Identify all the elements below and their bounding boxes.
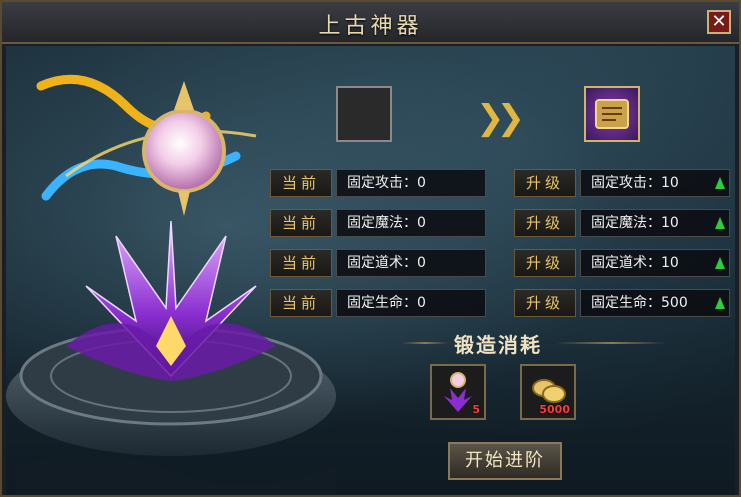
start-advance-button[interactable]: 开始进阶 (448, 442, 562, 480)
upgrade-tag: 升级 (514, 289, 576, 317)
stat-name: 固定魔法 (591, 215, 647, 231)
cost-divider-right (556, 342, 666, 344)
stat-value: 10 (661, 255, 679, 271)
stat-value: 0 (417, 175, 426, 191)
current-tag: 当前 (270, 169, 332, 197)
stat-name: 固定攻击 (347, 175, 403, 191)
upgraded-artifact-slot[interactable] (584, 86, 640, 142)
current-tag: 当前 (270, 209, 332, 237)
upgrade-stat-field: 固定攻击：10 (580, 169, 730, 197)
forge-panel: ❯❯ 当前 固定攻击：0 当前 固定魔法：0 当前 固定道术：0 当前 固定生命… (6, 46, 735, 495)
current-tag: 当前 (270, 289, 332, 317)
upgrade-tag: 升级 (514, 209, 576, 237)
upgrade-stat-row: 升级 固定道术：10 (514, 249, 730, 277)
cost-title: 锻造消耗 (454, 333, 542, 357)
upgrade-tag: 升级 (514, 249, 576, 277)
current-stat-row: 当前 固定魔法：0 (270, 209, 486, 237)
stat-value: 10 (661, 175, 679, 191)
close-icon: ✕ (711, 11, 727, 32)
stat-name: 固定道术 (591, 255, 647, 271)
artifact-scroll-icon (595, 99, 629, 129)
arrow-up-icon (715, 297, 725, 309)
upgrade-stat-field: 固定魔法：10 (580, 209, 730, 237)
stat-value: 0 (417, 215, 426, 231)
current-stat-field: 固定生命：0 (336, 289, 486, 317)
stat-value: 10 (661, 215, 679, 231)
current-stat-field: 固定攻击：0 (336, 169, 486, 197)
stat-value: 500 (661, 295, 688, 311)
cost-divider-left (402, 342, 448, 344)
arrow-up-icon (715, 177, 725, 189)
current-stat-row: 当前 固定生命：0 (270, 289, 486, 317)
close-button[interactable]: ✕ (707, 10, 731, 34)
upgrade-stat-row: 升级 固定攻击：10 (514, 169, 730, 197)
title-bar: 上古神器 ✕ (2, 2, 739, 44)
stat-name: 固定生命 (591, 295, 647, 311)
arrow-up-icon (715, 257, 725, 269)
current-stat-row: 当前 固定道术：0 (270, 249, 486, 277)
current-stat-field: 固定魔法：0 (336, 209, 486, 237)
stat-value: 0 (417, 255, 426, 271)
upgrade-stat-field: 固定道术：10 (580, 249, 730, 277)
cost-item-gold[interactable]: 5000 (520, 364, 576, 420)
window-title: 上古神器 (318, 14, 423, 39)
upgrade-stat-row: 升级 固定生命：500 (514, 289, 730, 317)
item-quantity: 5 (472, 403, 480, 416)
stat-value: 0 (417, 295, 426, 311)
upgrade-stat-field: 固定生命：500 (580, 289, 730, 317)
double-chevron-right-icon: ❯❯ (476, 98, 525, 138)
arrow-up-icon (715, 217, 725, 229)
upgrade-stat-row: 升级 固定魔法：10 (514, 209, 730, 237)
current-tag: 当前 (270, 249, 332, 277)
item-quantity: 5000 (539, 403, 570, 416)
current-artifact-slot[interactable] (336, 86, 392, 142)
artifact-window: 上古神器 ✕ ❯❯ 当前 固定攻击：0 当前 固定魔法：0 当前 固定道术：0 … (0, 0, 741, 497)
current-stat-field: 固定道术：0 (336, 249, 486, 277)
current-stat-row: 当前 固定攻击：0 (270, 169, 486, 197)
stat-name: 固定攻击 (591, 175, 647, 191)
stat-name: 固定道术 (347, 255, 403, 271)
stat-name: 固定生命 (347, 295, 403, 311)
stat-name: 固定魔法 (347, 215, 403, 231)
cost-item-material[interactable]: 5 (430, 364, 486, 420)
upgrade-tag: 升级 (514, 169, 576, 197)
